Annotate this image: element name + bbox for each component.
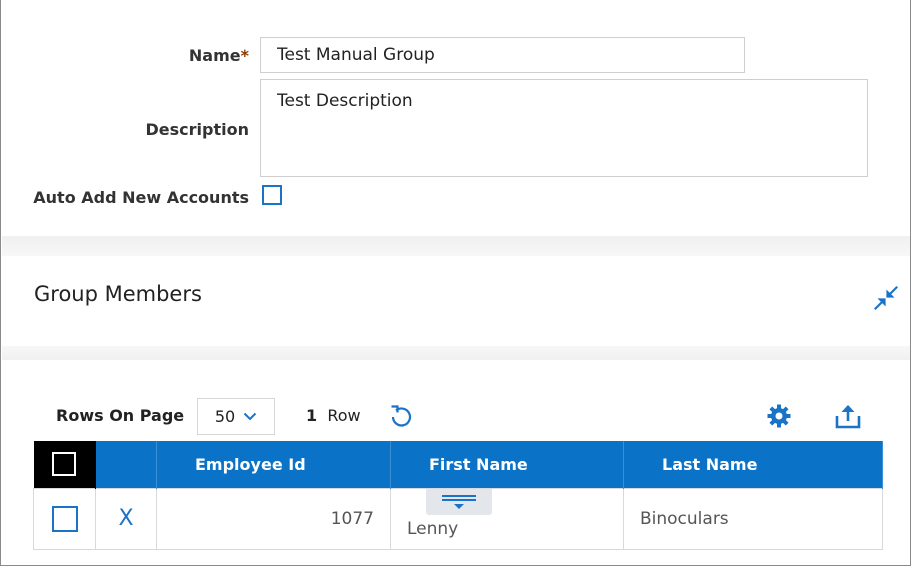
description-textarea[interactable]: Test Description [260, 79, 868, 177]
group-form: Name* Description Test Description Auto … [2, 0, 910, 236]
members-table: Employee Id First Name Last Name X 1077 [33, 441, 883, 550]
select-all-cell [33, 441, 96, 488]
column-header-last-name[interactable]: Last Name [623, 441, 883, 488]
name-input[interactable] [260, 37, 745, 73]
required-marker: * [240, 46, 249, 65]
table-row: X 1077 Lenny Binoculars [33, 487, 883, 550]
remove-icon[interactable]: X [118, 506, 133, 531]
select-all-checkbox[interactable] [52, 452, 77, 477]
actions-header [95, 441, 157, 488]
refresh-icon[interactable] [388, 403, 414, 429]
name-label: Name* [3, 46, 249, 65]
first-name-cell: Lenny [390, 487, 624, 550]
row-count: 1 Row [306, 406, 361, 425]
upload-icon[interactable] [834, 402, 862, 430]
page-frame: Name* Description Test Description Auto … [0, 0, 911, 566]
gear-icon[interactable] [766, 403, 792, 429]
last-name-cell: Binoculars [623, 487, 883, 550]
row-select-cell [33, 487, 96, 550]
column-filter-toggle[interactable] [426, 488, 492, 515]
first-name-value: Lenny [407, 518, 459, 539]
name-label-text: Name [188, 46, 241, 65]
row-count-number: 1 [306, 406, 318, 425]
rows-on-page-label: Rows On Page [56, 406, 185, 425]
chevron-down-icon [243, 412, 257, 421]
row-count-label: Row [327, 406, 361, 425]
employee-id-cell: 1077 [156, 487, 391, 550]
description-value: Test Description [277, 91, 413, 111]
section-divider [2, 236, 910, 256]
rows-per-page-value: 50 [214, 407, 236, 426]
filter-lines-icon [442, 494, 476, 509]
description-label: Description [145, 120, 249, 139]
section-title: Group Members [34, 282, 202, 306]
row-checkbox[interactable] [51, 505, 78, 532]
rows-per-page-select[interactable]: 50 [197, 398, 275, 435]
row-action-cell: X [95, 487, 157, 550]
column-header-employee-id[interactable]: Employee Id [156, 441, 391, 488]
auto-add-checkbox[interactable] [262, 185, 282, 205]
column-header-first-name[interactable]: First Name [390, 441, 624, 488]
table-header-row: Employee Id First Name Last Name [33, 441, 883, 488]
collapse-arrows-icon[interactable] [873, 285, 899, 311]
section-divider-lower [2, 346, 910, 360]
auto-add-label: Auto Add New Accounts [33, 188, 249, 207]
